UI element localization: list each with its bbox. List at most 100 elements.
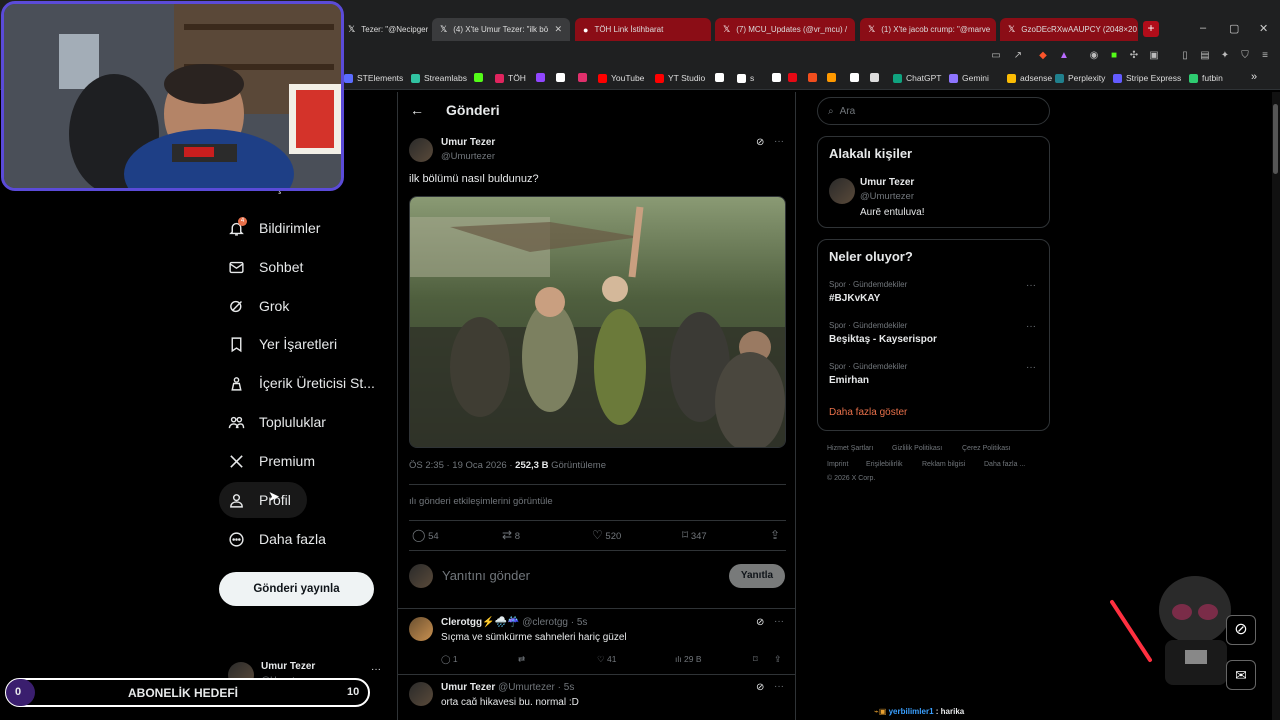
bookmark-item[interactable]: Perplexity — [1055, 73, 1105, 83]
related-handle[interactable]: @Umurtezer — [860, 191, 914, 202]
repost-action[interactable]: ⇄ — [518, 654, 525, 665]
bookmark-item[interactable] — [556, 73, 569, 82]
avatar[interactable] — [409, 682, 433, 706]
bookmark-item[interactable]: futbin — [1189, 73, 1223, 83]
bookmark-item[interactable]: YouTube — [598, 73, 644, 83]
brave-rewards-icon[interactable]: ▲ — [1057, 50, 1071, 62]
extension-icon[interactable]: ◉ — [1087, 50, 1101, 62]
more-icon[interactable]: ··· — [774, 681, 784, 692]
footer-link[interactable]: Çerez Politikası — [962, 445, 1011, 452]
nav-item-notifications[interactable]: Bildirimler — [219, 210, 320, 246]
browser-tab[interactable]: ● TÖH Link İstihbarat — [575, 18, 711, 41]
related-name[interactable]: Umur Tezer — [860, 177, 914, 188]
trend-more-icon[interactable]: ··· — [1026, 362, 1036, 373]
avatar[interactable] — [409, 138, 433, 162]
grok-icon[interactable]: ⊘ — [756, 617, 764, 628]
reply-action[interactable]: ◯ 1 — [441, 654, 458, 665]
reply-submit-button[interactable]: Yanıtla — [729, 564, 785, 588]
bookmark-icon[interactable]: ⌑ — [753, 654, 758, 665]
reply-author-handle[interactable]: @Umurtezer · 5s — [498, 682, 574, 693]
avatar[interactable] — [409, 617, 433, 641]
reply-author-name[interactable]: Clerotgg⚡🌧️☔ — [441, 617, 519, 628]
bookmark-item[interactable] — [578, 73, 591, 82]
footer-link[interactable]: Hizmet Şartları — [827, 445, 873, 452]
bookmark-item[interactable] — [870, 73, 883, 82]
bookmark-item[interactable] — [715, 73, 728, 82]
nav-item-grok[interactable]: Grok — [219, 288, 289, 324]
footer-link[interactable]: Reklam bilgisi — [922, 461, 965, 468]
grok-floating-button[interactable]: ⊘ — [1226, 615, 1256, 645]
sidebar-icon[interactable]: ▯ — [1178, 50, 1192, 62]
footer-link[interactable]: Imprint — [827, 461, 848, 468]
view-engagements-link[interactable]: ılı gönderi etkileşimlerini görüntüle — [409, 496, 553, 507]
like-action[interactable]: ♡ 520 — [592, 528, 621, 542]
scrollbar-thumb[interactable] — [1273, 104, 1278, 174]
bookmark-item[interactable]: Gemini — [949, 73, 989, 83]
bookmark-item[interactable]: Stripe Express — [1113, 73, 1181, 83]
footer-link[interactable]: Gizlilik Politikası — [892, 445, 942, 452]
search-input[interactable]: ⌕ Ara — [817, 97, 1050, 125]
post-timestamp[interactable]: ÖS 2:35 · 19 Oca 2026 · 252,3 B Görüntül… — [409, 460, 606, 471]
reply-action[interactable]: ◯ 54 — [412, 528, 439, 542]
bookmark-item[interactable] — [772, 73, 785, 82]
vpn-icon[interactable]: ⛉ — [1238, 50, 1252, 62]
nav-item-chat[interactable]: Sohbet — [219, 249, 303, 285]
account-more-icon[interactable]: ··· — [371, 664, 381, 675]
share-icon[interactable]: ⇪ — [770, 528, 780, 542]
minimize-button[interactable]: – — [1200, 22, 1206, 34]
bookmark-item[interactable] — [827, 73, 840, 82]
share-icon[interactable]: ↗ — [1011, 50, 1025, 62]
more-icon[interactable]: ··· — [774, 616, 784, 627]
puzzle-extensions-icon[interactable]: ✣ — [1127, 50, 1141, 62]
back-arrow-icon[interactable]: ← — [410, 102, 424, 118]
footer-link[interactable]: Daha fazla ... — [984, 461, 1025, 468]
share-icon[interactable]: ⇪ — [774, 654, 782, 665]
extension-icon[interactable]: ■ — [1107, 50, 1121, 62]
repost-action[interactable]: ⇄ 8 — [502, 528, 520, 542]
more-bookmarks-button[interactable]: » — [1251, 71, 1257, 83]
footer-link[interactable]: Erişilebilirlik — [866, 461, 903, 468]
nav-item-communities[interactable]: Topluluklar — [219, 404, 326, 440]
grok-icon[interactable]: ⊘ — [756, 137, 764, 148]
wallet-icon[interactable]: ▤ — [1198, 50, 1212, 62]
trend-item[interactable]: Beşiktaş - Kayserispor — [829, 334, 937, 345]
post-button[interactable]: Gönderi yayınla — [219, 572, 374, 606]
nav-item-creator-studio[interactable]: İçerik Üreticisi St... — [219, 365, 375, 401]
bookmark-item[interactable]: TÖH — [495, 73, 526, 83]
scrollbar[interactable] — [1272, 92, 1280, 720]
bookmark-item[interactable] — [788, 73, 801, 82]
post-image[interactable] — [409, 196, 786, 448]
nav-item-profile[interactable]: Profil — [219, 482, 307, 518]
screen-capture-icon[interactable]: ▭ — [989, 50, 1003, 62]
close-tab-icon[interactable]: ✕ — [554, 24, 562, 35]
nav-item-more[interactable]: Daha fazla — [219, 521, 326, 557]
new-tab-button[interactable]: + — [1143, 21, 1159, 37]
bookmark-item[interactable]: Streamlabs — [411, 73, 467, 83]
menu-icon[interactable]: ≡ — [1258, 50, 1272, 62]
nav-item-bookmarks[interactable]: Yer İşaretleri — [219, 326, 337, 362]
more-icon[interactable]: ··· — [774, 136, 784, 147]
grok-icon[interactable]: ⊘ — [756, 682, 764, 693]
author-handle[interactable]: @Umurtezer — [441, 151, 495, 162]
bookmark-item[interactable] — [808, 73, 821, 82]
brave-shield-icon[interactable]: ◆ — [1036, 50, 1050, 62]
bookmark-action[interactable]: ⌑ 347 — [682, 528, 707, 542]
browser-tab[interactable]: 𝕏 (7) MCU_Updates (@vr_mcu) / — [715, 18, 855, 41]
show-more-link[interactable]: Daha fazla göster — [829, 407, 907, 418]
browser-tab[interactable]: 𝕏 GzoDEcRXwAAUPCY (2048×20 — [1000, 18, 1138, 41]
browser-tab[interactable]: 𝕏 Tezer: "@Necipgeric — [340, 18, 428, 41]
trend-item[interactable]: #BJKvKAY — [829, 293, 880, 304]
trend-more-icon[interactable]: ··· — [1026, 321, 1036, 332]
bookmark-item[interactable] — [536, 73, 549, 82]
leo-ai-icon[interactable]: ✦ — [1218, 50, 1232, 62]
bookmark-item[interactable]: ChatGPT — [893, 73, 941, 83]
views-action[interactable]: ılı 29 B — [675, 654, 702, 664]
reply-input[interactable]: Yanıtını gönder — [442, 568, 530, 583]
messages-floating-button[interactable]: ✉ — [1226, 660, 1256, 690]
reply-author-name[interactable]: Umur Tezer — [441, 682, 495, 693]
close-window-button[interactable]: ✕ — [1259, 22, 1268, 35]
trend-more-icon[interactable]: ··· — [1026, 280, 1036, 291]
browser-tab[interactable]: 𝕏 (4) X'te Umur Tezer: "ilk bö ✕ — [432, 18, 570, 41]
like-action[interactable]: ♡ 41 — [597, 654, 616, 665]
maximize-button[interactable]: ▢ — [1229, 22, 1239, 35]
